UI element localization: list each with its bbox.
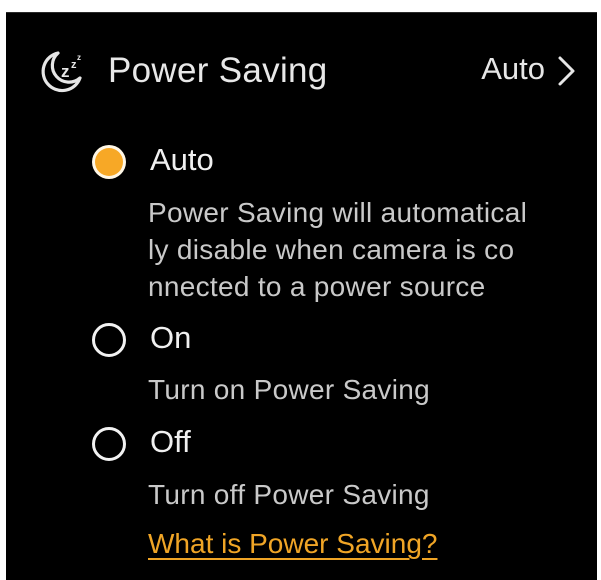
option-on-description: Turn on Power Saving bbox=[148, 371, 430, 408]
help-link[interactable]: What is Power Saving? bbox=[148, 528, 437, 560]
svg-text:z: z bbox=[61, 62, 70, 81]
radio-button[interactable] bbox=[92, 323, 126, 357]
chevron-right-icon[interactable] bbox=[555, 55, 577, 87]
svg-text:z: z bbox=[77, 53, 81, 62]
option-off-description: Turn off Power Saving bbox=[148, 476, 430, 513]
option-auto[interactable]: Auto bbox=[90, 137, 510, 185]
option-off-label: Off bbox=[150, 424, 191, 459]
description-line: Turn on Power Saving bbox=[148, 374, 430, 405]
description-line: nnected to a power source bbox=[148, 271, 486, 302]
option-on[interactable]: On bbox=[90, 315, 510, 363]
radio-button-selected[interactable] bbox=[92, 145, 126, 179]
current-mode-value[interactable]: Auto bbox=[481, 51, 545, 87]
option-off[interactable]: Off bbox=[90, 419, 510, 467]
power-saving-header[interactable]: z z z Power Saving Auto bbox=[6, 13, 597, 113]
page-title: Power Saving bbox=[108, 51, 328, 90]
description-line: ly disable when camera is co bbox=[148, 234, 515, 265]
option-on-label: On bbox=[150, 320, 192, 355]
option-auto-description: Power Saving will automatical ly disable… bbox=[148, 194, 527, 305]
power-saving-panel: z z z Power Saving Auto Auto Power Savin… bbox=[6, 12, 597, 580]
option-auto-label: Auto bbox=[150, 142, 214, 177]
description-line: Power Saving will automatical bbox=[148, 197, 528, 228]
radio-button[interactable] bbox=[92, 427, 126, 461]
moon-sleep-icon: z z z bbox=[41, 51, 82, 93]
description-line: Turn off Power Saving bbox=[148, 479, 430, 510]
